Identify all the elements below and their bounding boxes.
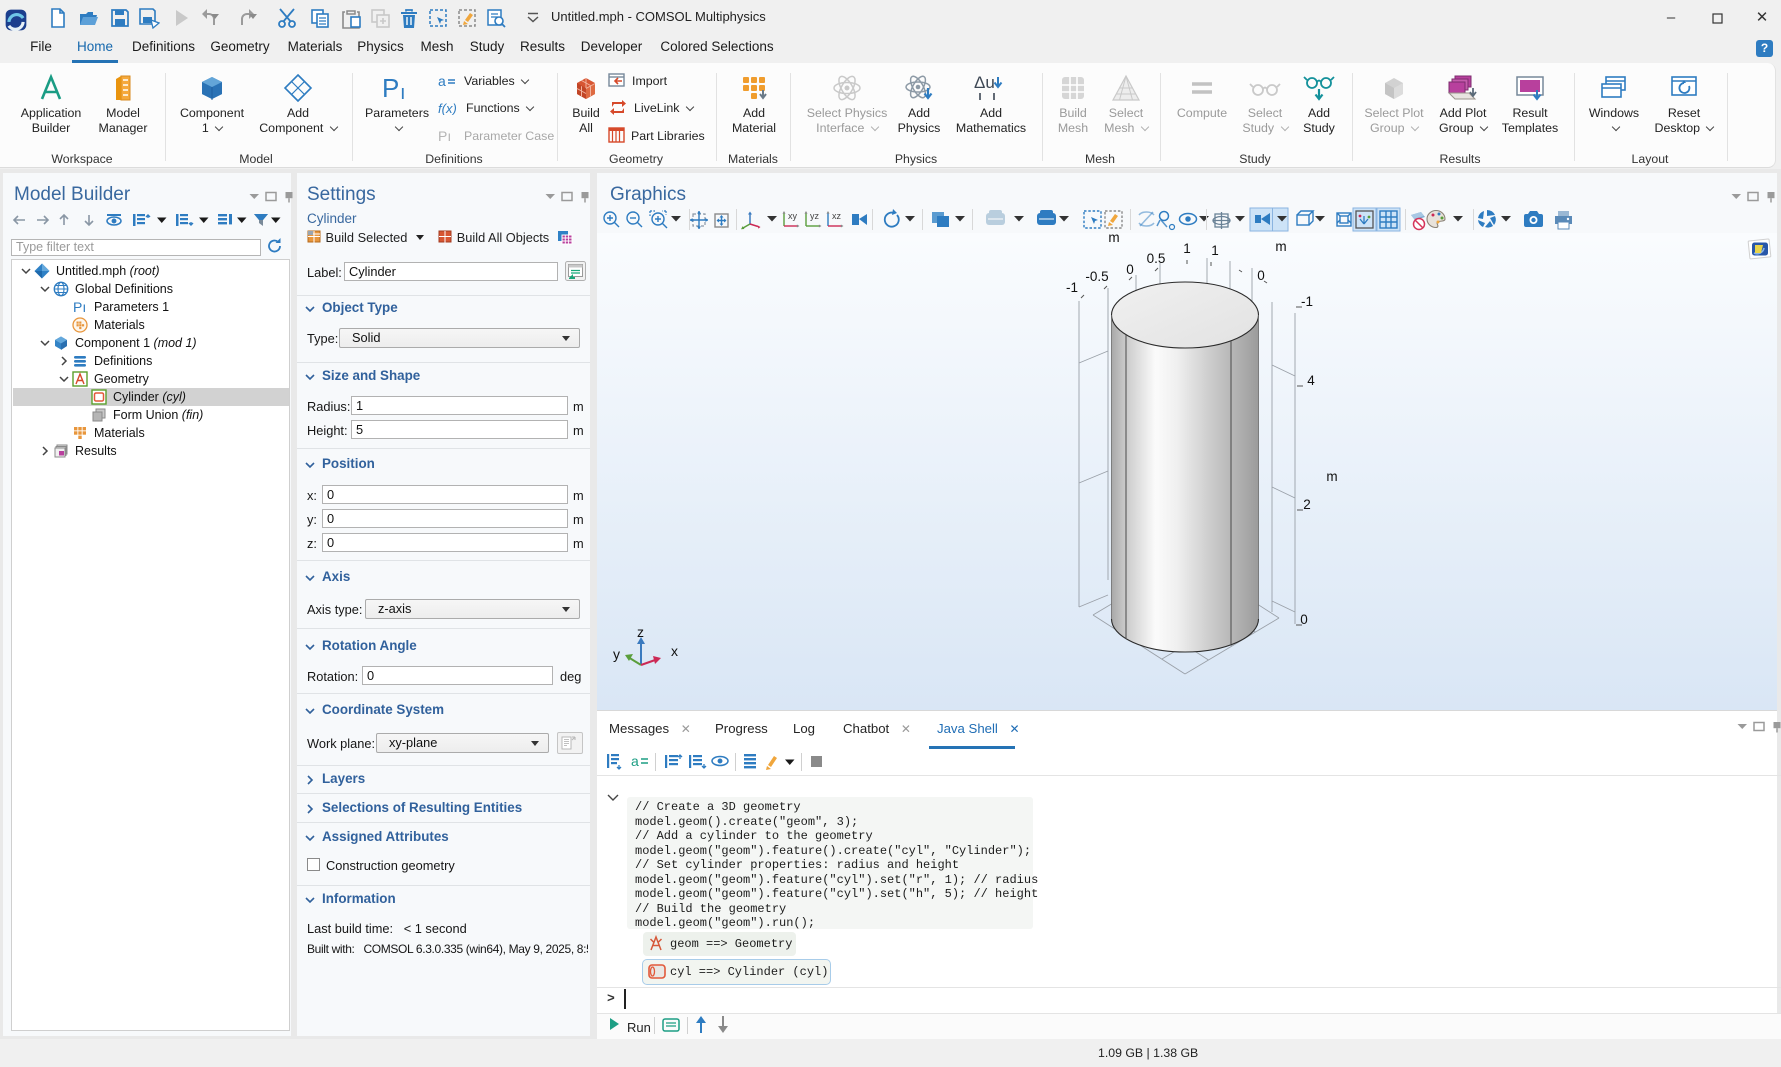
svg-text:0: 0 bbox=[1126, 262, 1134, 277]
svg-text:ı: ı bbox=[400, 82, 406, 103]
svg-text:a: a bbox=[438, 74, 446, 88]
svg-text:x: x bbox=[671, 643, 678, 659]
svg-text:yz: yz bbox=[810, 211, 820, 221]
svg-text:2: 2 bbox=[1303, 497, 1311, 512]
svg-text:-1: -1 bbox=[1301, 294, 1313, 309]
svg-text:f(x): f(x) bbox=[438, 101, 457, 115]
svg-text:z: z bbox=[637, 624, 644, 640]
svg-text:1: 1 bbox=[1183, 241, 1191, 256]
svg-text:-1: -1 bbox=[1066, 280, 1078, 295]
svg-text:Δu: Δu bbox=[974, 73, 995, 92]
svg-text:xz: xz bbox=[832, 211, 842, 221]
svg-text:P: P bbox=[382, 73, 399, 103]
svg-text:Pı: Pı bbox=[438, 129, 451, 143]
svg-text:m: m bbox=[1326, 469, 1337, 484]
svg-text:1: 1 bbox=[1211, 243, 1219, 258]
svg-text:xy: xy bbox=[788, 211, 798, 221]
svg-text:0: 0 bbox=[1257, 268, 1265, 283]
svg-text:4: 4 bbox=[1307, 373, 1315, 388]
svg-text:Pı: Pı bbox=[73, 299, 86, 315]
svg-text:0: 0 bbox=[1300, 612, 1308, 627]
svg-text:0.5: 0.5 bbox=[1147, 251, 1166, 266]
svg-text:-0.5: -0.5 bbox=[1085, 269, 1108, 284]
svg-text:y: y bbox=[613, 646, 620, 662]
svg-text:m: m bbox=[1275, 239, 1286, 254]
svg-text:m: m bbox=[1108, 233, 1119, 245]
svg-text:a: a bbox=[631, 753, 639, 769]
